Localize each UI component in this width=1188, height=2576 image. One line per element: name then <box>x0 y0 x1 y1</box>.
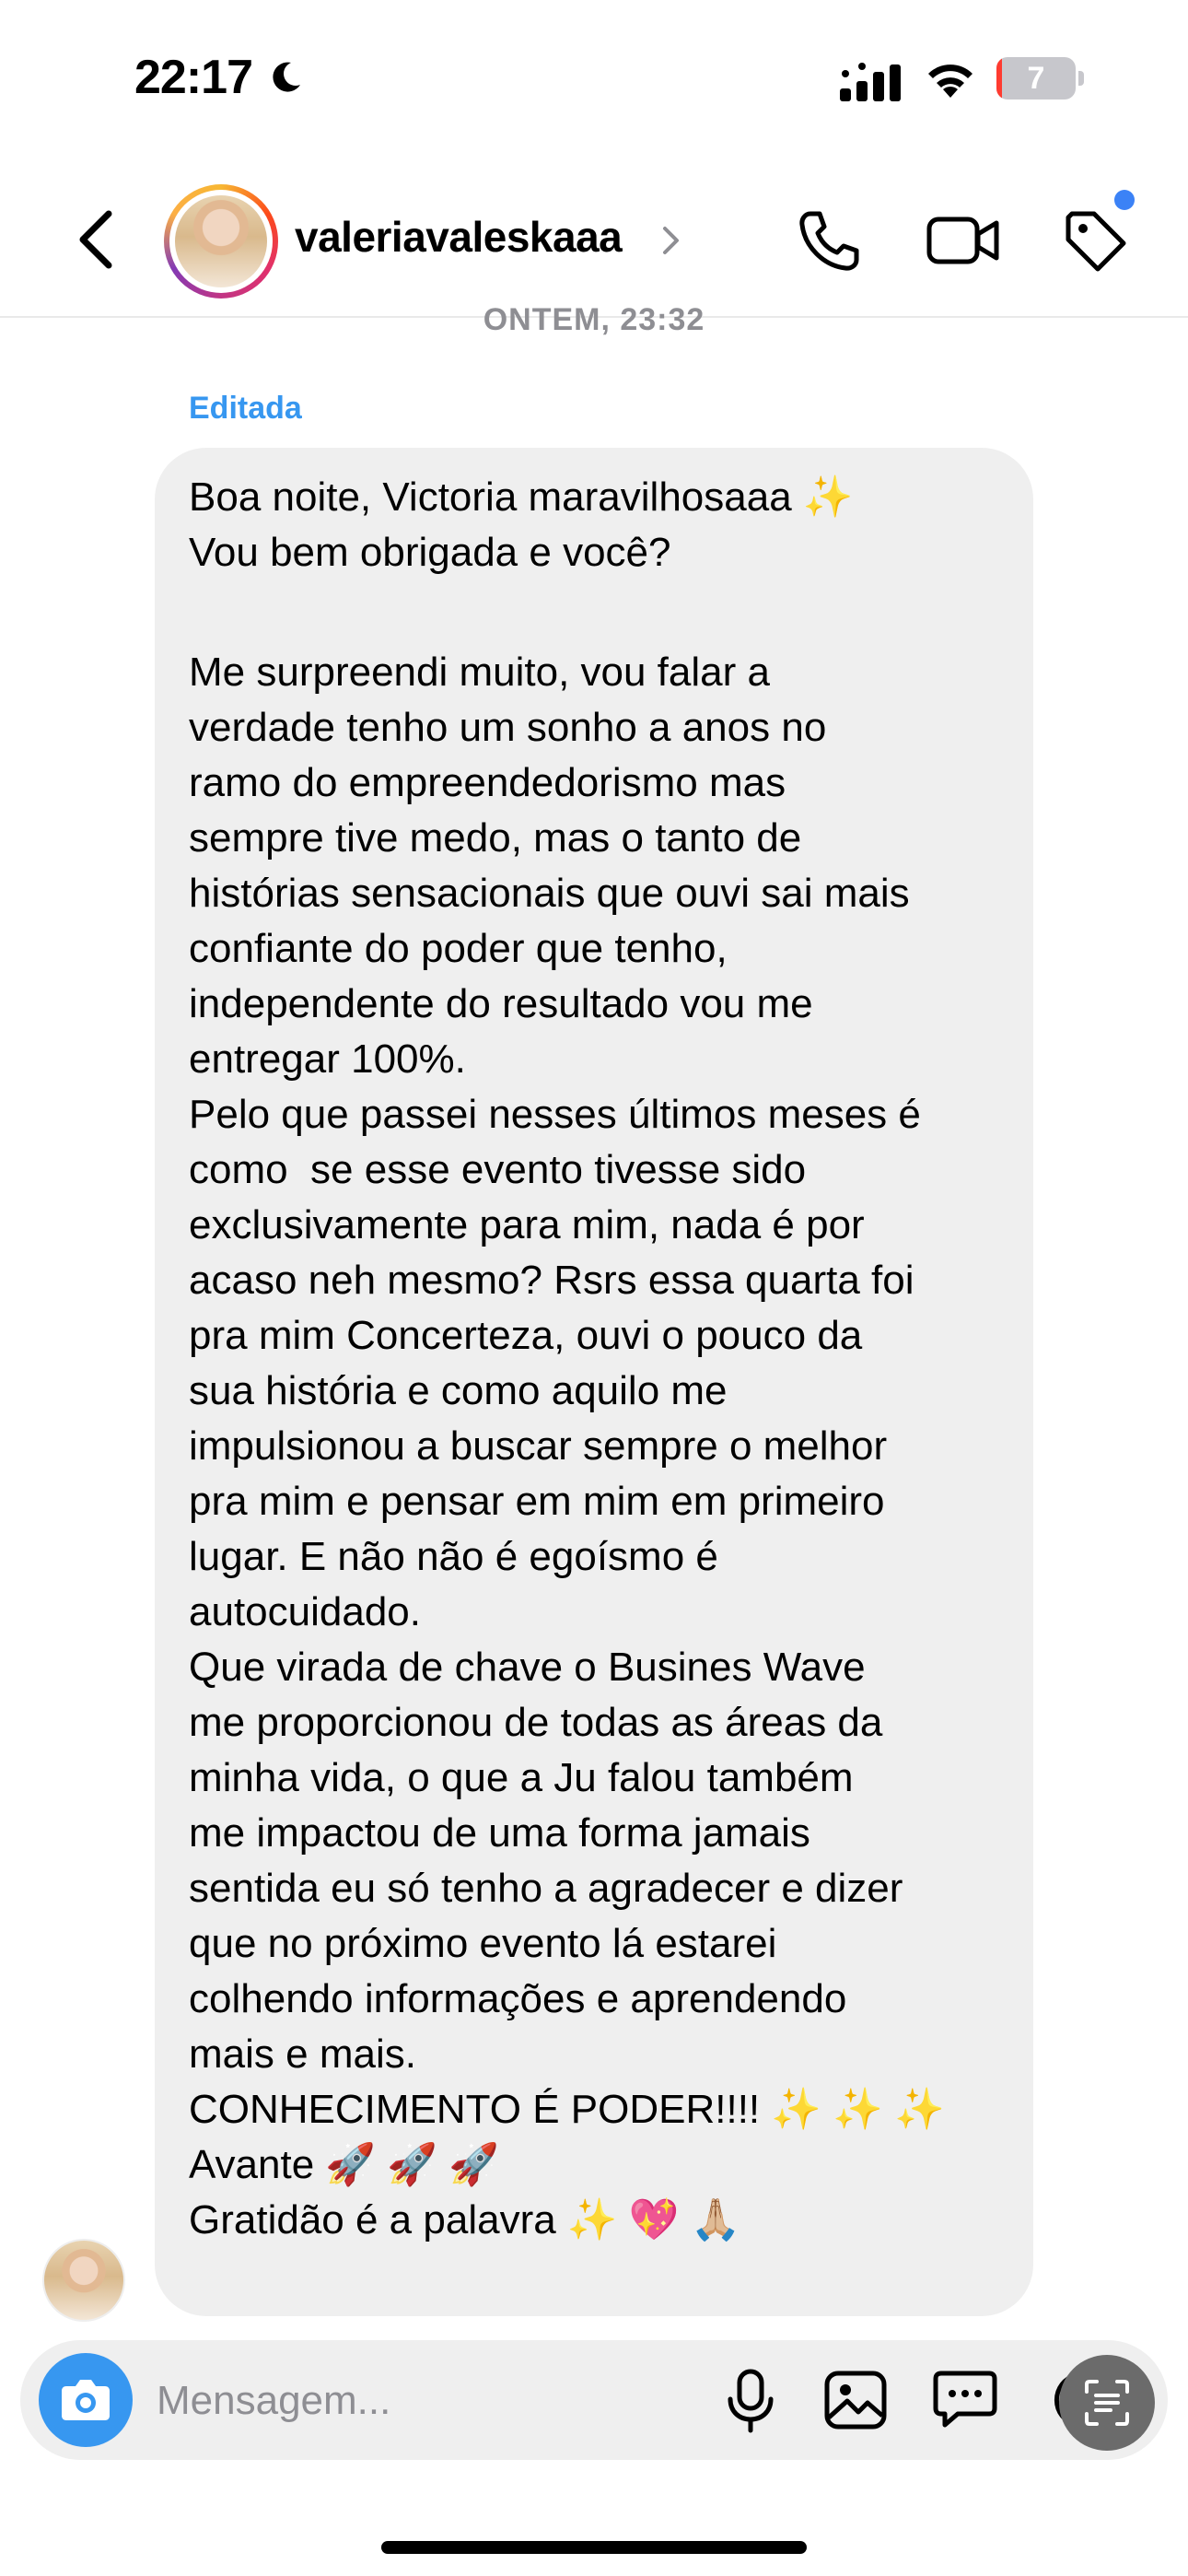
home-indicator <box>381 2541 807 2554</box>
message-line: CONHECIMENTO É PODER!!!! ✨ ✨ ✨ <box>189 2087 946 2132</box>
message-line: impulsionou a buscar sempre o melhor <box>189 1423 888 1469</box>
message-line: lugar. E não não é egoísmo é <box>189 1534 718 1579</box>
message-line: como se esse evento tivesse sido <box>189 1147 807 1192</box>
camera-icon <box>62 2380 110 2420</box>
message-line: independente do resultado vou me <box>189 981 813 1026</box>
message-line: sentida eu só tenho a agradecer e dizer <box>189 1866 903 1911</box>
message-line: verdade tenho um sonho a anos no <box>189 705 827 750</box>
message-line: Pelo que passei nesses últimos meses é <box>189 1092 921 1137</box>
notification-dot <box>1114 190 1135 210</box>
message-timestamp: ONTEM, 23:32 <box>483 302 705 337</box>
status-bar: 22:17 7 <box>0 0 1188 157</box>
message-line: me impactou de uma forma jamais <box>189 1810 810 1856</box>
message-line: acaso neh mesmo? Rsrs essa quarta foi <box>189 1258 914 1303</box>
video-call-icon[interactable] <box>926 210 1000 271</box>
message-line: pra mim e pensar em mim em primeiro <box>189 1479 885 1524</box>
message-line: colhendo informações e aprendendo <box>189 1976 847 2021</box>
message-line: entregar 100%. <box>189 1036 466 1082</box>
call-icon[interactable] <box>796 208 862 275</box>
sender-avatar[interactable] <box>42 2239 125 2322</box>
microphone-icon[interactable] <box>724 2368 777 2434</box>
camera-button[interactable] <box>39 2353 133 2447</box>
message-line: Avante 🚀 🚀 🚀 <box>189 2142 500 2187</box>
message-input[interactable] <box>155 2366 711 2436</box>
message-line: confiante do poder que tenho, <box>189 926 728 971</box>
message-line: mais e mais. <box>189 2032 416 2077</box>
message-line: Que virada de chave o Busines Wave <box>189 1645 866 1690</box>
message-line: sempre tive medo, mas o tanto de <box>189 815 802 861</box>
wifi-icon <box>928 64 973 98</box>
message-line: sua história e como aquilo me <box>189 1368 728 1413</box>
gallery-icon[interactable] <box>823 2370 888 2430</box>
status-time: 22:17 <box>134 51 253 104</box>
scan-text-icon <box>1085 2380 1129 2426</box>
message-line: que no próximo evento lá estarei <box>189 1921 777 1966</box>
back-chevron-icon[interactable] <box>72 206 125 273</box>
battery-icon: 7 <box>996 57 1085 101</box>
scan-text-button[interactable] <box>1059 2355 1155 2451</box>
message-line: Boa noite, Victoria maravilhosaaa ✨ <box>189 474 854 520</box>
profile-avatar[interactable] <box>164 184 278 299</box>
message-line: Vou bem obrigada e você? <box>189 530 671 575</box>
edited-label: Editada <box>189 391 302 426</box>
cellular-signal-icon <box>840 63 901 101</box>
avatar-image <box>175 195 267 287</box>
message-line: minha vida, o que a Ju falou também <box>189 1755 854 1800</box>
chat-username[interactable]: valeriavaleskaaa <box>295 212 623 262</box>
battery-level: 7 <box>1027 61 1045 96</box>
chat-header: valeriavaleskaaa <box>0 157 1188 318</box>
message-line: histórias sensacionais que ouvi sai mais <box>189 871 910 916</box>
message-line: ramo do empreendedorismo mas <box>189 760 786 805</box>
message-line: autocuidado. <box>189 1589 421 1634</box>
message-composer <box>20 2340 1168 2460</box>
message-line: pra mim Concerteza, ouvi o pouco da <box>189 1313 863 1358</box>
sticker-icon[interactable] <box>932 2368 998 2430</box>
message-line: Me surpreendi muito, vou falar a <box>189 650 770 695</box>
moon-icon <box>273 62 300 92</box>
tag-icon[interactable] <box>1061 206 1131 276</box>
message-line: exclusivamente para mim, nada é por <box>189 1202 865 1247</box>
message-line: me proporcionou de todas as áreas da <box>189 1700 883 1745</box>
chevron-right-icon[interactable] <box>661 225 681 256</box>
message-line: Gratidão é a palavra ✨ 💖 🙏🏼 <box>189 2197 741 2242</box>
